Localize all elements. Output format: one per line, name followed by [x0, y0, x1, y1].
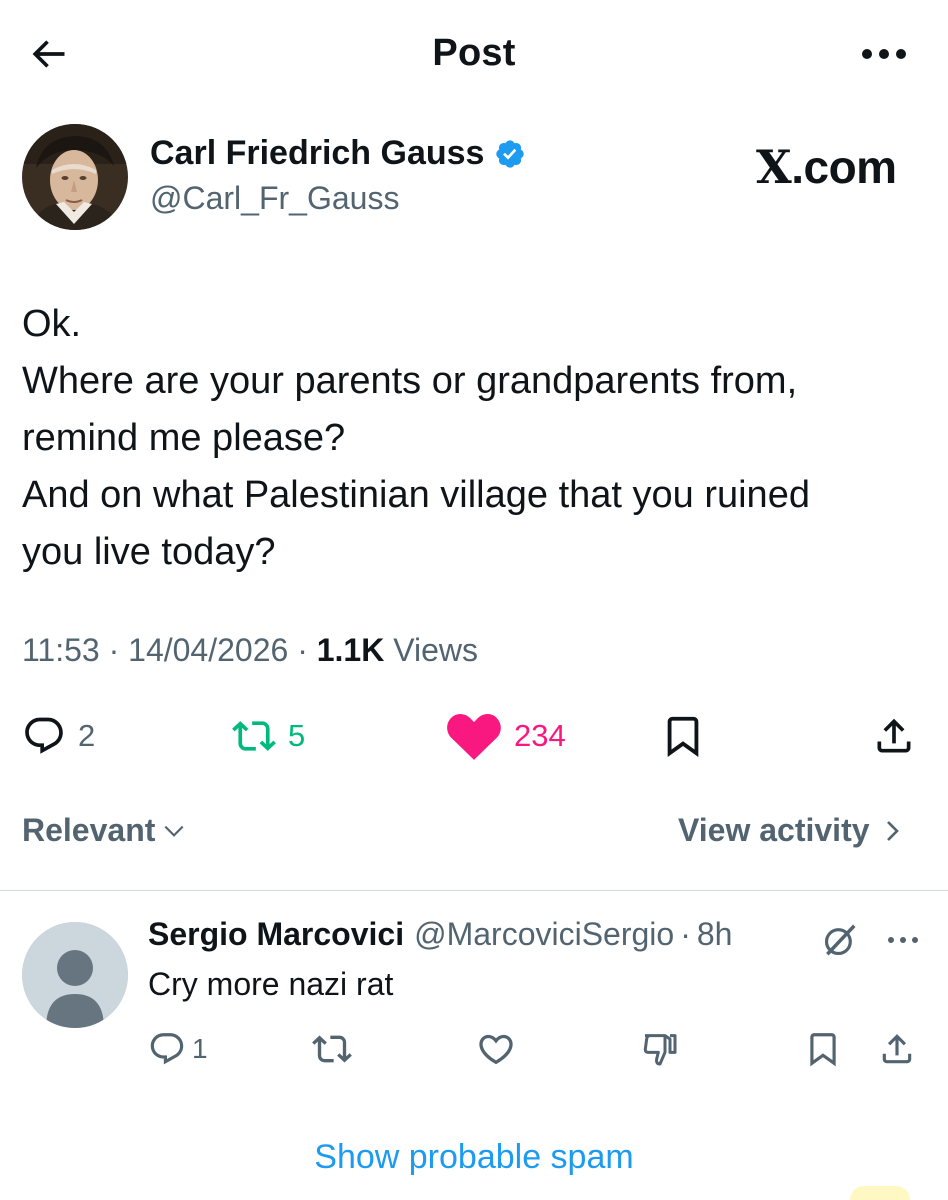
x-logo-letter: X	[756, 140, 792, 194]
post-line: Ok.	[22, 303, 82, 345]
view-activity-label: View activity	[678, 812, 870, 848]
author-name-text: Carl Friedrich Gauss	[150, 134, 485, 172]
repost-button[interactable]: 5	[232, 712, 305, 760]
chevron-down-icon	[164, 825, 184, 837]
reply-bookmark-button[interactable]	[804, 1026, 842, 1072]
views-label: Views	[393, 632, 478, 668]
reply-author-handle[interactable]: @MarcoviciSergio	[414, 916, 674, 953]
share-icon	[877, 718, 911, 753]
reply-count: 2	[78, 718, 96, 753]
post-text: Ok. Where are your parents or grandparen…	[22, 296, 922, 581]
post-date[interactable]: 14/04/2026	[128, 632, 288, 668]
sort-label: Relevant	[22, 812, 156, 848]
bookmark-icon	[810, 1033, 836, 1067]
reply-repost-button[interactable]	[312, 1026, 352, 1072]
author-name[interactable]: Carl Friedrich Gauss	[150, 134, 526, 173]
reply-button[interactable]: 2	[22, 712, 95, 760]
bookmark-icon	[667, 716, 699, 757]
thumbs-down-icon	[643, 1034, 677, 1066]
reply-reply-count: 1	[192, 1033, 208, 1064]
highlight-glow	[850, 1186, 910, 1200]
heart-filled-icon	[447, 713, 501, 760]
x-com-watermark: X.com	[756, 140, 897, 194]
reply-share-button[interactable]	[878, 1026, 916, 1072]
watermark-domain: .com	[791, 141, 897, 193]
more-horizontal-icon	[862, 49, 906, 59]
reply-text: Cry more nazi rat	[148, 966, 394, 1002]
reply-like-button[interactable]	[476, 1026, 516, 1072]
page-title: Post	[432, 32, 516, 74]
heart-outline-icon	[479, 1034, 513, 1065]
like-count: 234	[514, 718, 566, 753]
repost-icon	[312, 1035, 352, 1063]
sort-relevant-dropdown[interactable]: Relevant	[22, 812, 187, 849]
reply-icon	[150, 1033, 184, 1065]
share-icon	[882, 1034, 912, 1064]
reply-avatar[interactable]	[22, 922, 128, 1028]
author-handle[interactable]: @Carl_Fr_Gauss	[150, 180, 399, 217]
post-line: Where are your parents or grandparents f…	[22, 360, 798, 402]
default-avatar-icon	[22, 922, 128, 1028]
views-count: 1.1K	[316, 632, 385, 668]
reply-header: Sergio Marcovici @MarcoviciSergio · 8h	[148, 916, 732, 953]
more-options-button[interactable]	[856, 34, 912, 74]
post-time[interactable]: 11:53	[22, 632, 100, 668]
reply-more-button[interactable]	[878, 922, 928, 958]
portrait-image	[22, 124, 128, 230]
like-button[interactable]: 234	[446, 712, 566, 760]
share-button[interactable]	[872, 712, 916, 760]
chevron-right-icon	[886, 820, 899, 841]
grok-button[interactable]	[818, 918, 862, 962]
grok-icon	[824, 924, 856, 956]
show-probable-spam-link[interactable]: Show probable spam	[0, 1138, 948, 1177]
post-line: remind me please?	[22, 417, 346, 459]
reply-downvote-button[interactable]	[640, 1026, 680, 1072]
divider	[0, 890, 948, 891]
author-avatar[interactable]	[22, 124, 128, 230]
reply-author-name[interactable]: Sergio Marcovici	[148, 916, 404, 953]
repost-icon	[232, 721, 276, 751]
reply-time[interactable]: 8h	[697, 916, 733, 953]
post-meta: 11:53 · 14/04/2026 · 1.1K Views	[22, 632, 478, 669]
view-activity-link[interactable]: View activity	[678, 812, 904, 849]
repost-count: 5	[288, 718, 306, 753]
post-line: And on what Palestinian village that you…	[22, 474, 810, 516]
meta-separator: ·	[297, 632, 308, 668]
meta-separator: ·	[108, 632, 120, 668]
verified-badge-icon	[496, 139, 525, 168]
reply-reply-button[interactable]: 1	[148, 1026, 208, 1072]
post-line: you live today?	[22, 531, 276, 573]
reply-icon	[25, 717, 63, 754]
reply-separator: ·	[680, 916, 691, 952]
bookmark-button[interactable]	[660, 712, 706, 760]
more-horizontal-icon	[888, 937, 918, 943]
